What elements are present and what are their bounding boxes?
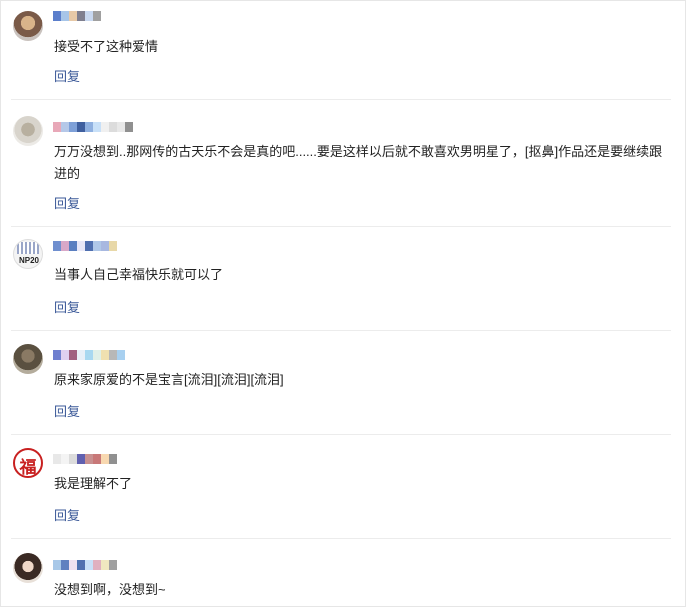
divider xyxy=(11,538,671,539)
username-mosaic-pixel xyxy=(53,241,61,251)
comment-text: 当事人自己幸福快乐就可以了 xyxy=(54,267,224,282)
username-mosaic-pixel xyxy=(117,122,125,132)
divider xyxy=(11,434,671,435)
username-mosaic-pixel xyxy=(93,122,101,132)
username-mosaic-pixel xyxy=(101,241,109,251)
reply-link[interactable]: 回复 xyxy=(54,505,80,524)
username-mosaic[interactable] xyxy=(53,558,117,572)
username-mosaic-pixel xyxy=(85,11,93,21)
username-mosaic-pixel xyxy=(53,122,61,132)
user-avatar[interactable] xyxy=(13,11,43,41)
username-mosaic-pixel xyxy=(61,11,69,21)
fu-character-avatar[interactable]: 福 xyxy=(13,448,43,478)
username-mosaic[interactable] xyxy=(53,9,101,23)
reply-link[interactable]: 回复 xyxy=(54,401,80,420)
username-mosaic-pixel xyxy=(69,560,77,570)
username-mosaic-pixel xyxy=(77,560,85,570)
divider xyxy=(11,226,671,227)
user-avatar[interactable] xyxy=(13,553,43,583)
username-mosaic-pixel xyxy=(69,241,77,251)
username-mosaic-pixel xyxy=(93,11,101,21)
username-mosaic-pixel xyxy=(109,122,117,132)
comment-list: 接受不了这种爱情 回复 万万没想到..那网传的古天乐不会是真的吧......要是… xyxy=(0,0,686,607)
username-mosaic-pixel xyxy=(53,11,61,21)
username-mosaic-pixel xyxy=(77,454,85,464)
divider xyxy=(11,99,671,100)
username-mosaic-pixel xyxy=(77,241,85,251)
comment-text: 原来家原爱的不是宝言[流泪][流泪][流泪] xyxy=(54,372,284,387)
username-mosaic-pixel xyxy=(109,560,117,570)
username-mosaic-pixel xyxy=(125,122,133,132)
username-mosaic[interactable] xyxy=(53,348,125,362)
username-mosaic-pixel xyxy=(77,122,85,132)
comment-text: 万万没想到..那网传的古天乐不会是真的吧......要是这样以后就不敢喜欢男明星… xyxy=(54,144,663,181)
username-mosaic-pixel xyxy=(61,560,69,570)
username-mosaic-pixel xyxy=(85,454,93,464)
reply-link[interactable]: 回复 xyxy=(54,193,80,212)
username-mosaic-pixel xyxy=(53,454,61,464)
username-mosaic-pixel xyxy=(101,122,109,132)
username-mosaic-pixel xyxy=(93,350,101,360)
comment-text: 没想到啊，没想到~ xyxy=(54,582,166,597)
username-mosaic-pixel xyxy=(93,454,101,464)
username-mosaic[interactable] xyxy=(53,120,133,134)
divider xyxy=(11,330,671,331)
username-mosaic-pixel xyxy=(85,560,93,570)
username-mosaic-pixel xyxy=(61,454,69,464)
np20-logo-avatar[interactable]: NP20 xyxy=(13,239,43,269)
reply-link[interactable]: 回复 xyxy=(54,297,80,316)
username-mosaic-pixel xyxy=(61,241,69,251)
user-avatar[interactable] xyxy=(13,344,43,374)
comment-text: 接受不了这种爱情 xyxy=(54,39,159,54)
username-mosaic-pixel xyxy=(61,122,69,132)
user-avatar[interactable] xyxy=(13,116,43,146)
username-mosaic-pixel xyxy=(53,560,61,570)
username-mosaic-pixel xyxy=(61,350,69,360)
username-mosaic-pixel xyxy=(77,350,85,360)
username-mosaic-pixel xyxy=(85,350,93,360)
username-mosaic[interactable] xyxy=(53,239,117,253)
username-mosaic-pixel xyxy=(101,454,109,464)
username-mosaic-pixel xyxy=(85,122,93,132)
comment-text: 我是理解不了 xyxy=(54,476,133,491)
username-mosaic-pixel xyxy=(53,350,61,360)
username-mosaic-pixel xyxy=(69,350,77,360)
username-mosaic-pixel xyxy=(69,454,77,464)
username-mosaic-pixel xyxy=(77,11,85,21)
username-mosaic-pixel xyxy=(93,241,101,251)
username-mosaic-pixel xyxy=(101,560,109,570)
username-mosaic-pixel xyxy=(85,241,93,251)
username-mosaic-pixel xyxy=(117,350,125,360)
username-mosaic-pixel xyxy=(101,350,109,360)
username-mosaic-pixel xyxy=(109,350,117,360)
username-mosaic-pixel xyxy=(93,560,101,570)
username-mosaic-pixel xyxy=(109,241,117,251)
username-mosaic-pixel xyxy=(69,122,77,132)
username-mosaic[interactable] xyxy=(53,452,117,466)
reply-link[interactable]: 回复 xyxy=(54,66,80,85)
username-mosaic-pixel xyxy=(109,454,117,464)
username-mosaic-pixel xyxy=(69,11,77,21)
